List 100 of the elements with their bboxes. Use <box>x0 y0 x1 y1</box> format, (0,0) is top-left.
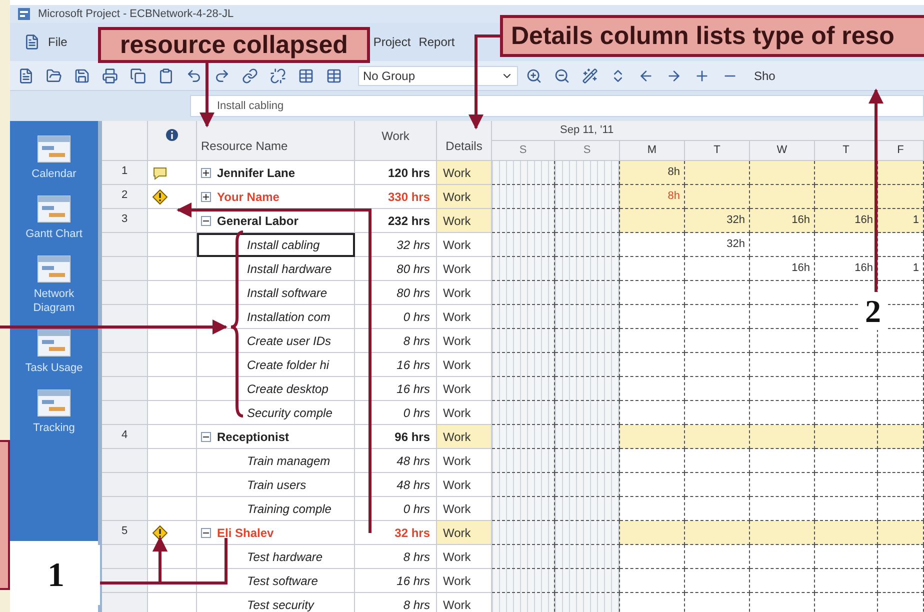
entry-field[interactable]: Install cabling <box>190 95 924 117</box>
timescale-cell <box>492 569 555 593</box>
timescale-cell <box>620 209 685 233</box>
view-icon[interactable] <box>37 329 71 357</box>
timescale-cell <box>620 425 685 449</box>
name-cell[interactable]: Train managem <box>197 449 355 473</box>
view-icon[interactable] <box>37 135 71 163</box>
name-cell[interactable]: Train users <box>197 473 355 497</box>
row-number-cell[interactable] <box>102 377 148 401</box>
collapse-icon[interactable] <box>201 216 211 226</box>
view-label[interactable]: Tracking <box>14 421 94 435</box>
row-number-cell[interactable] <box>102 281 148 305</box>
name-cell[interactable]: Create folder hi <box>197 353 355 377</box>
name-cell[interactable]: Installation com <box>197 305 355 329</box>
column-header[interactable]: Resource Name <box>197 121 355 161</box>
row-number-cell[interactable]: 5 <box>102 521 148 545</box>
timescale-cell <box>555 569 620 593</box>
row-number-cell[interactable]: 1 <box>102 161 148 185</box>
window-title: Microsoft Project - ECBNetwork-4-28-JL <box>38 6 234 22</box>
name-cell[interactable]: Create user IDs <box>197 329 355 353</box>
row-number-cell[interactable] <box>102 545 148 569</box>
timescale-cell <box>620 281 685 305</box>
timescale-cell <box>750 449 815 473</box>
expand-icon[interactable] <box>201 168 211 178</box>
indicator-cell <box>148 353 197 377</box>
name-cell[interactable]: Install software <box>197 281 355 305</box>
timescale-cell <box>492 449 555 473</box>
name-cell[interactable]: Receptionist <box>197 425 355 449</box>
view-icon[interactable] <box>37 255 71 283</box>
name-cell[interactable]: Install hardware <box>197 257 355 281</box>
week-header: Sep 11, '11 <box>492 121 924 141</box>
view-label[interactable]: Network Diagram <box>14 287 94 315</box>
view-label[interactable]: Task Usage <box>14 361 94 375</box>
timescale-cell <box>555 281 620 305</box>
row-number-cell[interactable] <box>102 449 148 473</box>
group-dropdown[interactable]: No Group <box>358 66 518 86</box>
timescale-cell <box>492 281 555 305</box>
day-header: S <box>555 141 620 161</box>
name-cell[interactable]: Your Name <box>197 185 355 209</box>
name-cell[interactable]: Create desktop <box>197 377 355 401</box>
details-cell: Work <box>437 161 492 185</box>
timescale-cell <box>492 401 555 425</box>
name-cell[interactable]: Test software <box>197 569 355 593</box>
row-number-cell[interactable] <box>102 473 148 497</box>
view-icon[interactable] <box>37 389 71 417</box>
timescale-cell <box>620 545 685 569</box>
show-button[interactable]: Sho <box>754 66 776 84</box>
timescale-cell <box>492 497 555 521</box>
row-number-cell[interactable] <box>102 233 148 257</box>
timescale-cell <box>685 329 750 353</box>
column-header[interactable]: Details <box>437 121 492 161</box>
timescale-cell <box>620 473 685 497</box>
timescale-cell <box>555 377 620 401</box>
timescale-cell <box>620 569 685 593</box>
details-cell: Work <box>437 569 492 593</box>
name-cell[interactable]: Jennifer Lane <box>197 161 355 185</box>
column-header[interactable]: Work <box>355 121 437 161</box>
menu-item[interactable]: File <box>48 33 68 51</box>
row-number-cell[interactable] <box>102 401 148 425</box>
row-number-cell[interactable] <box>102 353 148 377</box>
resource-name: Train users <box>247 476 306 494</box>
timescale-cell <box>750 425 815 449</box>
resource-name: Create folder hi <box>247 356 330 374</box>
view-label[interactable]: Calendar <box>14 167 94 181</box>
timescale-cell <box>878 545 924 569</box>
timescale-cell <box>750 473 815 497</box>
timescale-cell <box>815 425 878 449</box>
timescale-cell <box>620 401 685 425</box>
timescale-cell <box>492 545 555 569</box>
row-number-cell[interactable]: 4 <box>102 425 148 449</box>
row-number-cell[interactable] <box>102 593 148 612</box>
menu-item[interactable]: Report <box>418 33 455 51</box>
timescale-cell <box>815 521 878 545</box>
row-number-cell[interactable] <box>102 497 148 521</box>
name-cell[interactable]: Install cabling <box>197 233 355 257</box>
view-label[interactable]: Gantt Chart <box>14 227 94 241</box>
timescale-cell <box>685 569 750 593</box>
timescale-cell <box>492 257 555 281</box>
timescale-cell <box>815 545 878 569</box>
resource-name: Security comple <box>247 404 332 422</box>
row-number-cell[interactable]: 2 <box>102 185 148 209</box>
row-number-cell[interactable] <box>102 257 148 281</box>
name-cell[interactable]: Training comple <box>197 497 355 521</box>
file-icon[interactable] <box>24 34 40 50</box>
collapse-icon[interactable] <box>201 528 211 538</box>
timescale-cell <box>878 425 924 449</box>
timescale-cell <box>815 233 878 257</box>
timescale-cell <box>555 257 620 281</box>
name-cell[interactable]: Test hardware <box>197 545 355 569</box>
name-cell[interactable]: Security comple <box>197 401 355 425</box>
row-number-cell[interactable] <box>102 329 148 353</box>
collapse-icon[interactable] <box>201 432 211 442</box>
menu-item[interactable]: Project <box>373 33 411 51</box>
timescale-cell <box>620 305 685 329</box>
name-cell[interactable]: Eli Shalev <box>197 521 355 545</box>
row-number-cell[interactable]: 3 <box>102 209 148 233</box>
timescale-cell <box>815 449 878 473</box>
expand-icon[interactable] <box>201 192 211 202</box>
timescale-cell <box>815 569 878 593</box>
view-icon[interactable] <box>37 195 71 223</box>
